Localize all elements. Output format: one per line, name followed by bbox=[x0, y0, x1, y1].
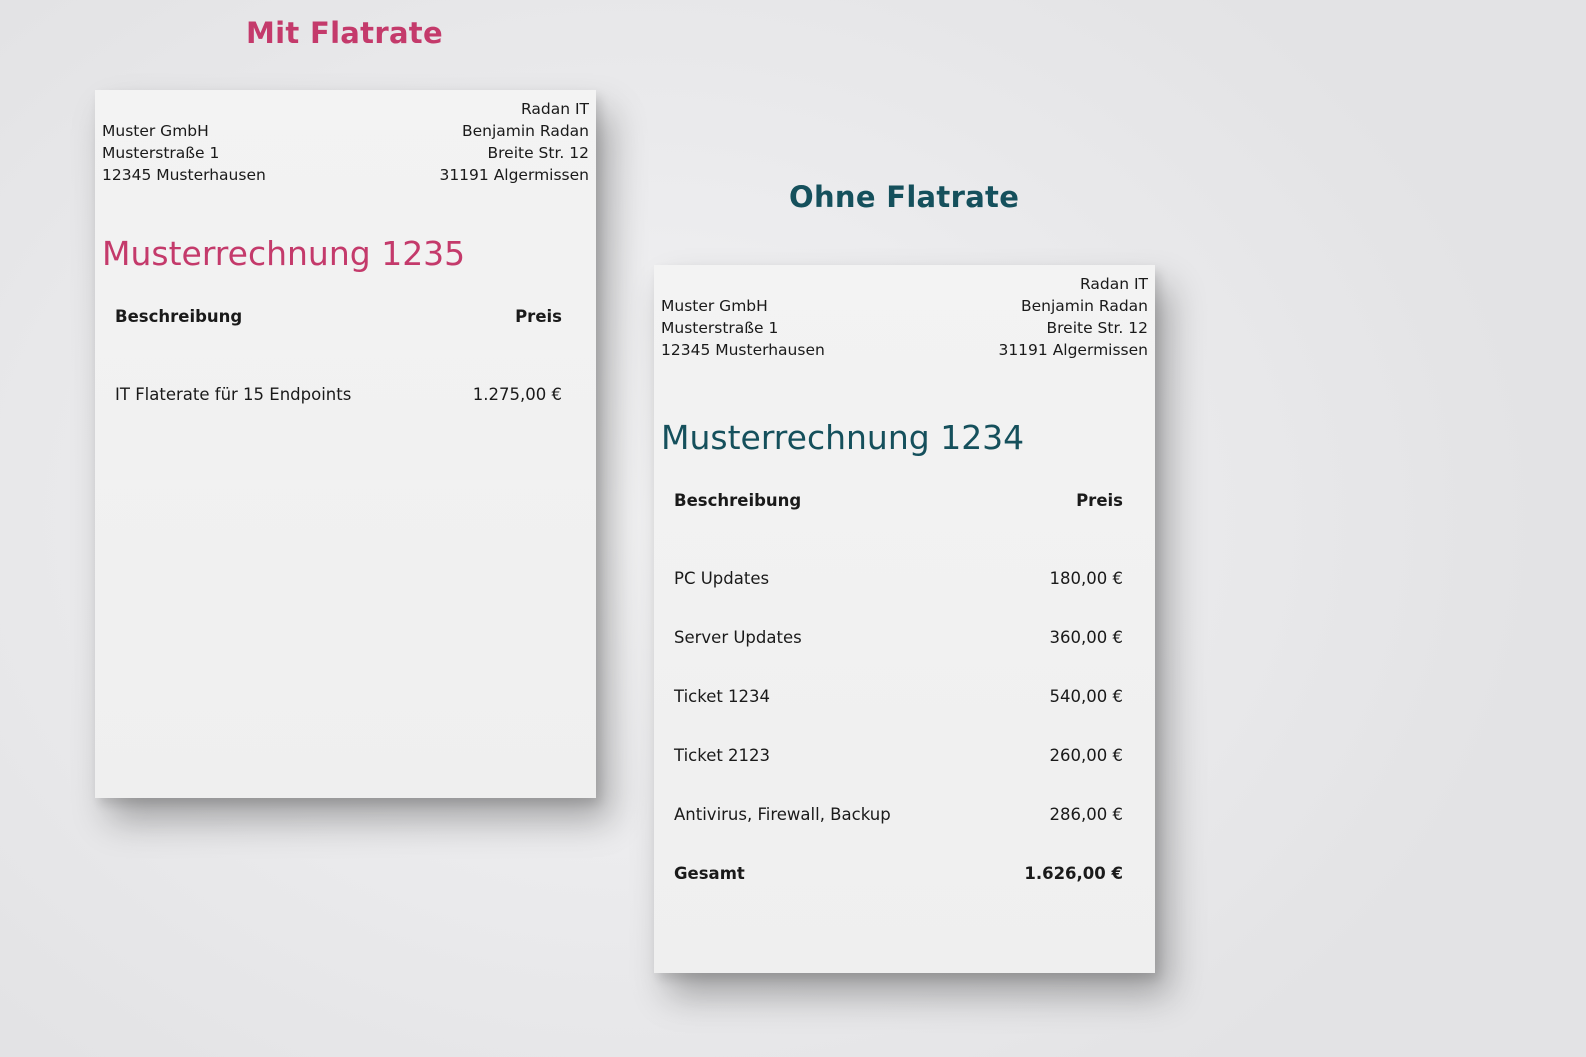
total-label: Gesamt bbox=[674, 864, 745, 883]
customer-address: Muster GmbH Musterstraße 1 12345 Musterh… bbox=[102, 120, 266, 186]
item-price: 540,00 € bbox=[1049, 687, 1123, 706]
invoice-table: Beschreibung Preis PC Updates 180,00 € S… bbox=[674, 490, 1123, 903]
vendor-street: Breite Str. 12 bbox=[487, 144, 590, 162]
customer-company: Muster GmbH bbox=[102, 122, 209, 140]
vendor-city: 31191 Algermissen bbox=[439, 166, 589, 184]
column-header-description: Beschreibung bbox=[115, 306, 243, 326]
customer-street: Musterstraße 1 bbox=[102, 144, 220, 162]
table-row: Ticket 2123 260,00 € bbox=[674, 726, 1123, 785]
item-price: 260,00 € bbox=[1049, 746, 1123, 765]
vendor-city: 31191 Algermissen bbox=[998, 341, 1148, 359]
item-price: 360,00 € bbox=[1049, 628, 1123, 647]
heading-mit-flatrate: Mit Flatrate bbox=[246, 16, 443, 50]
vendor-company: Radan IT bbox=[520, 100, 589, 118]
item-price: 180,00 € bbox=[1049, 569, 1123, 588]
item-description: Server Updates bbox=[674, 628, 802, 647]
table-header: Beschreibung Preis bbox=[115, 306, 562, 326]
invoice-title: Musterrechnung 1235 bbox=[102, 234, 466, 273]
customer-city: 12345 Musterhausen bbox=[661, 341, 825, 359]
table-row: IT Flaterate für 15 Endpoints 1.275,00 € bbox=[115, 365, 562, 424]
customer-city: 12345 Musterhausen bbox=[102, 166, 266, 184]
vendor-company: Radan IT bbox=[1079, 275, 1148, 293]
invoice-sheet-no-flatrate: Radan IT Benjamin Radan Breite Str. 12 3… bbox=[654, 265, 1155, 973]
total-price: 1.626,00 € bbox=[1024, 864, 1123, 883]
invoice-title: Musterrechnung 1234 bbox=[661, 418, 1025, 457]
vendor-address: Radan IT Benjamin Radan Breite Str. 12 3… bbox=[998, 273, 1148, 361]
invoice-sheet-flatrate: Radan IT Benjamin Radan Breite Str. 12 3… bbox=[95, 90, 596, 798]
table-row: Server Updates 360,00 € bbox=[674, 608, 1123, 667]
vendor-name: Benjamin Radan bbox=[1020, 297, 1148, 315]
item-description: PC Updates bbox=[674, 569, 770, 588]
item-description: IT Flaterate für 15 Endpoints bbox=[115, 385, 352, 404]
customer-address: Muster GmbH Musterstraße 1 12345 Musterh… bbox=[661, 295, 825, 361]
item-description: Antivirus, Firewall, Backup bbox=[674, 805, 891, 824]
vendor-name: Benjamin Radan bbox=[461, 122, 589, 140]
column-header-price: Preis bbox=[515, 306, 562, 326]
total-row: Gesamt 1.626,00 € bbox=[674, 844, 1123, 903]
table-row: Antivirus, Firewall, Backup 286,00 € bbox=[674, 785, 1123, 844]
item-description: Ticket 2123 bbox=[674, 746, 771, 765]
column-header-description: Beschreibung bbox=[674, 490, 802, 510]
item-description: Ticket 1234 bbox=[674, 687, 771, 706]
vendor-street: Breite Str. 12 bbox=[1046, 319, 1149, 337]
column-header-price: Preis bbox=[1076, 490, 1123, 510]
vendor-address: Radan IT Benjamin Radan Breite Str. 12 3… bbox=[439, 98, 589, 186]
table-row: Ticket 1234 540,00 € bbox=[674, 667, 1123, 726]
table-header: Beschreibung Preis bbox=[674, 490, 1123, 510]
table-row: PC Updates 180,00 € bbox=[674, 549, 1123, 608]
item-price: 1.275,00 € bbox=[472, 385, 562, 404]
heading-ohne-flatrate: Ohne Flatrate bbox=[789, 180, 1020, 214]
invoice-table: Beschreibung Preis IT Flaterate für 15 E… bbox=[115, 306, 562, 424]
item-price: 286,00 € bbox=[1049, 805, 1123, 824]
customer-company: Muster GmbH bbox=[661, 297, 768, 315]
customer-street: Musterstraße 1 bbox=[661, 319, 779, 337]
